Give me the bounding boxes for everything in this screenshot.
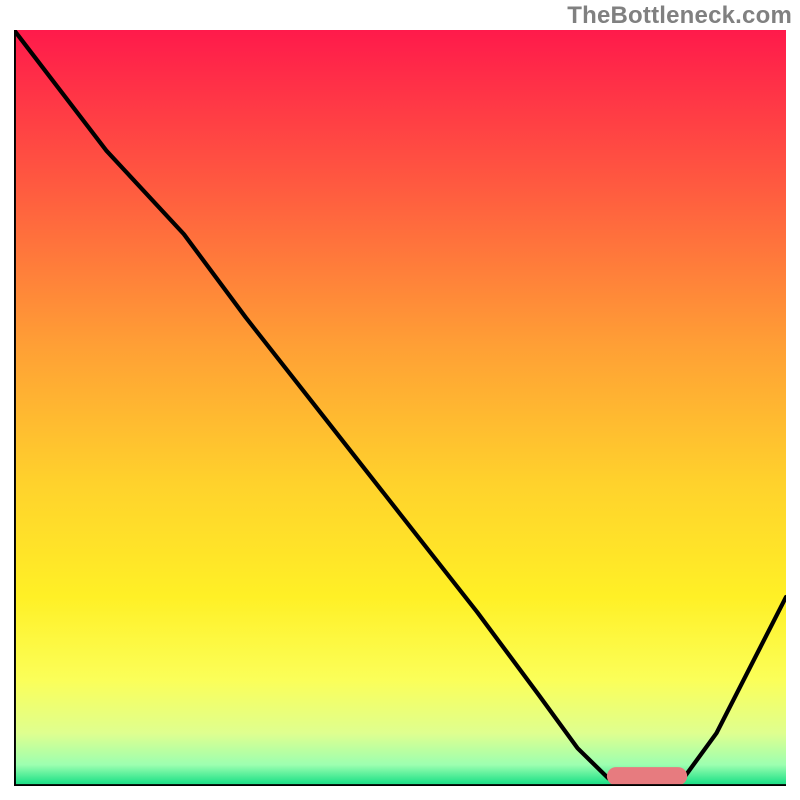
chart-stage: TheBottleneck.com <box>0 0 800 800</box>
gradient-background <box>14 30 786 786</box>
plot-area <box>14 30 786 786</box>
bottleneck-chart <box>14 30 786 786</box>
watermark-text: TheBottleneck.com <box>567 2 792 30</box>
